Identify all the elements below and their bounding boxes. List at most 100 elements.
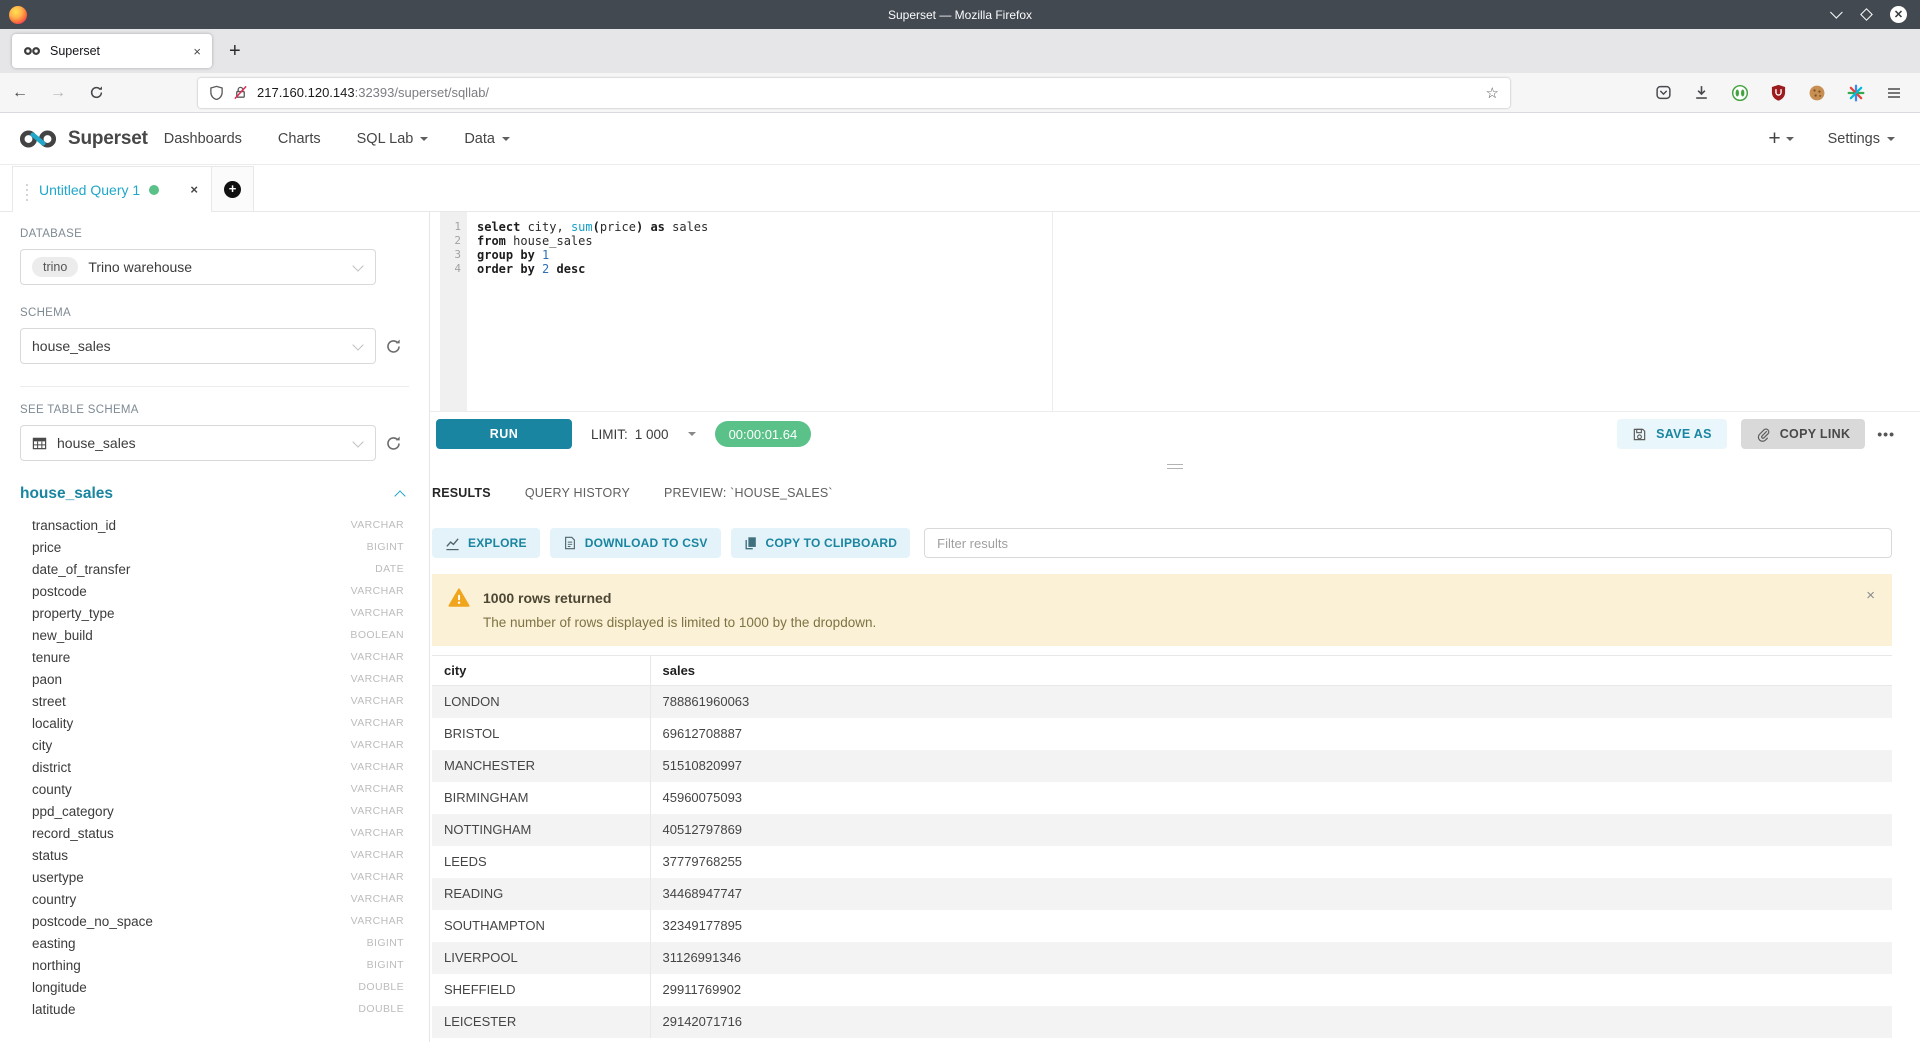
column-name: district: [32, 760, 71, 775]
chevron-down-icon: [1887, 137, 1895, 141]
browser-titlebar: Superset — Mozilla Firefox ✕: [0, 0, 1920, 29]
superset-logo-icon: [17, 127, 59, 151]
save-as-button[interactable]: SAVE AS: [1617, 419, 1727, 449]
warning-triangle-icon: [448, 587, 470, 609]
table-schema-label: SEE TABLE SCHEMA: [20, 404, 409, 416]
query-tab-untitled-query-1[interactable]: Untitled Query 1 ×: [12, 166, 212, 212]
refresh-table-icon[interactable]: [385, 435, 402, 452]
tab-close-icon[interactable]: ×: [193, 44, 201, 59]
new-tab-button[interactable]: +: [229, 40, 241, 63]
asterisk-extension-icon[interactable]: [1847, 84, 1865, 102]
editor-code[interactable]: select city, sum(price) as salesfrom hou…: [467, 212, 708, 411]
menu-hamburger-icon[interactable]: [1886, 85, 1902, 101]
schema-column-row: streetVARCHAR: [20, 690, 409, 712]
schema-column-row: tenureVARCHAR: [20, 646, 409, 668]
clipboard-icon: [744, 536, 758, 550]
column-type: VARCHAR: [351, 519, 404, 531]
run-button[interactable]: RUN: [436, 419, 572, 449]
schema-column-row: property_type VARCHAR: [20, 602, 409, 624]
panel-divider: [20, 386, 409, 387]
column-name: northing: [32, 958, 81, 973]
nav-item-charts[interactable]: Charts: [278, 131, 321, 147]
privacy-badger-icon[interactable]: [1731, 84, 1749, 102]
column-name: property_type: [32, 606, 115, 621]
ublock-shield-icon[interactable]: [1770, 84, 1787, 101]
column-header-sales[interactable]: sales: [650, 656, 1892, 686]
tab-results[interactable]: RESULTS: [432, 486, 491, 500]
schema-select[interactable]: house_sales: [20, 328, 376, 364]
splitter-grip-icon: [1167, 464, 1183, 469]
column-type: VARCHAR: [351, 673, 404, 685]
browser-tabbar: Superset × +: [0, 29, 1920, 73]
column-name: record_status: [32, 826, 114, 841]
url-text: 217.160.120.143:32393/superset/sqllab/: [257, 85, 489, 100]
column-type: VARCHAR: [351, 805, 404, 817]
nav-item-sql-lab[interactable]: SQL Lab: [357, 131, 429, 147]
limit-label: LIMIT:: [591, 427, 628, 442]
column-type: VARCHAR: [351, 607, 404, 619]
chevron-down-icon: [420, 137, 428, 141]
copy-clipboard-button[interactable]: COPY TO CLIPBOARD: [731, 528, 911, 558]
add-query-tab-button[interactable]: +: [212, 166, 254, 212]
browser-tab-superset[interactable]: Superset ×: [12, 34, 212, 68]
insecure-lock-icon[interactable]: [233, 85, 248, 100]
drag-handle-icon[interactable]: [26, 189, 28, 191]
reload-icon[interactable]: [88, 85, 104, 100]
collapse-chevron-icon[interactable]: [394, 490, 405, 501]
column-name: country: [32, 892, 76, 907]
column-name: date_of_transfer: [32, 562, 130, 577]
cookie-icon[interactable]: [1808, 84, 1826, 102]
refresh-schema-icon[interactable]: [385, 338, 402, 355]
forward-icon[interactable]: →: [50, 85, 66, 101]
schema-column-row: northingBIGINT: [20, 954, 409, 976]
download-csv-button[interactable]: DOWNLOAD TO CSV: [550, 528, 721, 558]
column-type: VARCHAR: [351, 849, 404, 861]
settings-menu[interactable]: Settings: [1828, 131, 1895, 147]
table-select[interactable]: house_sales: [20, 425, 376, 461]
tab-query-history[interactable]: QUERY HISTORY: [525, 486, 630, 500]
filter-results-input[interactable]: [924, 528, 1892, 558]
query-tab-close-icon[interactable]: ×: [190, 182, 198, 197]
bookmark-star-icon[interactable]: ☆: [1486, 84, 1499, 102]
column-type: BOOLEAN: [350, 629, 404, 641]
schema-column-row: localityVARCHAR: [20, 712, 409, 734]
nav-item-data[interactable]: Data: [464, 131, 510, 147]
back-icon[interactable]: ←: [12, 85, 28, 101]
window-maximize-icon[interactable]: [1860, 8, 1873, 21]
column-header-city[interactable]: city: [432, 656, 650, 686]
database-select[interactable]: trino Trino warehouse: [20, 249, 376, 285]
table-row: BRISTOL69612708887: [432, 718, 1892, 750]
column-type: VARCHAR: [351, 651, 404, 663]
limit-value: 1 000: [635, 427, 669, 442]
window-close-icon[interactable]: ✕: [1890, 6, 1907, 23]
database-value: Trino warehouse: [88, 259, 192, 275]
table-row: LIVERPOOL31126991346: [432, 942, 1892, 974]
limit-dropdown[interactable]: LIMIT: 1 000: [591, 427, 696, 442]
more-options-button[interactable]: •••: [1877, 426, 1895, 442]
schema-column-row: priceBIGINT: [20, 536, 409, 558]
schema-column-row: postcodeVARCHAR: [20, 580, 409, 602]
explore-button[interactable]: EXPLORE: [432, 528, 540, 558]
tab-preview-house-sales[interactable]: PREVIEW: `HOUSE_SALES`: [664, 486, 833, 500]
column-type: VARCHAR: [351, 783, 404, 795]
new-dropdown-button[interactable]: +: [1768, 127, 1793, 151]
download-icon[interactable]: [1693, 84, 1710, 101]
pane-splitter[interactable]: [430, 456, 1920, 476]
column-type: DOUBLE: [358, 981, 404, 993]
nav-item-dashboards[interactable]: Dashboards: [164, 131, 242, 147]
copy-link-button[interactable]: COPY LINK: [1741, 419, 1866, 449]
shield-icon[interactable]: [209, 85, 224, 100]
column-type: VARCHAR: [351, 871, 404, 883]
column-name: locality: [32, 716, 73, 731]
url-bar[interactable]: 217.160.120.143:32393/superset/sqllab/ ☆: [198, 78, 1510, 108]
database-badge: trino: [32, 257, 78, 277]
chevron-down-icon: [352, 260, 363, 271]
sql-editor[interactable]: 1234 select city, sum(price) as salesfro…: [430, 212, 1920, 412]
pocket-icon[interactable]: [1655, 84, 1672, 101]
results-table-body: LONDON788861960063BRISTOL69612708887MANC…: [432, 686, 1892, 1038]
schema-column-row: usertypeVARCHAR: [20, 866, 409, 888]
banner-close-icon[interactable]: ×: [1866, 587, 1875, 604]
superset-brand[interactable]: Superset: [17, 127, 148, 151]
firefox-logo-icon: [9, 6, 27, 24]
schema-column-row: latitudeDOUBLE: [20, 998, 409, 1020]
